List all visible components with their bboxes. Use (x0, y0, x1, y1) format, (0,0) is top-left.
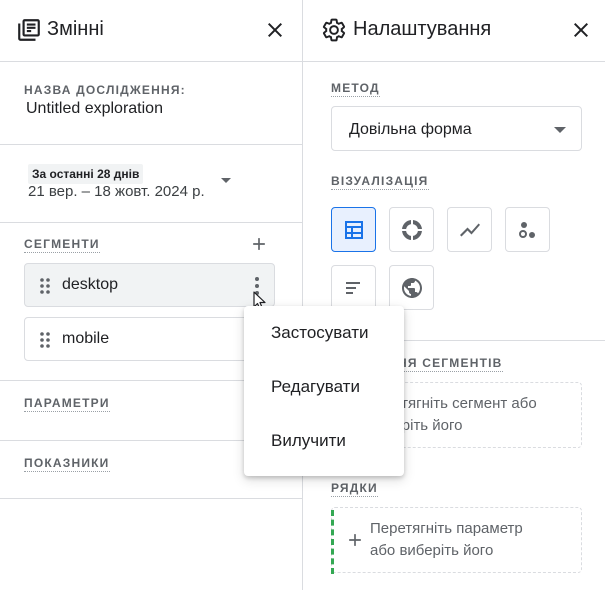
variables-header: Змінні (0, 0, 302, 62)
table-icon (345, 221, 363, 239)
close-icon[interactable] (569, 18, 593, 42)
close-icon[interactable] (263, 18, 287, 42)
segment-label: mobile (62, 330, 110, 347)
divider (0, 222, 302, 223)
drag-handle-icon[interactable] (39, 331, 51, 349)
geo-map-icon (402, 278, 422, 298)
method-select[interactable]: Довільна форма (331, 106, 582, 151)
segment-comparisons-caption: НЯ СЕГМЕНТІВ (398, 356, 503, 372)
settings-title: Налаштування (353, 18, 492, 40)
segments-caption: СЕГМЕНТИ (24, 237, 100, 253)
viz-donut-button[interactable] (389, 207, 434, 252)
add-row-icon[interactable] (345, 530, 365, 550)
viz-bar-button[interactable] (331, 265, 376, 310)
segment-label: desktop (62, 276, 119, 293)
settings-header: Налаштування (303, 0, 605, 62)
date-preset-chip: За останні 28 днів (28, 164, 144, 184)
metrics-caption: ПОКАЗНИКИ (24, 456, 110, 472)
scatter-plot-icon (519, 222, 535, 238)
rows-drop-text: або виберіть його (370, 542, 494, 559)
divider (0, 144, 302, 145)
rows-drop-text: Перетягніть параметр (370, 520, 523, 537)
viz-scatter-button[interactable] (505, 207, 550, 252)
exploration-name[interactable]: Untitled exploration (26, 100, 163, 118)
gear-icon (322, 18, 346, 42)
menu-item-remove[interactable]: Вилучити (244, 414, 404, 468)
segment-context-menu: Застосувати Редагувати Вилучити (244, 306, 404, 476)
bar-chart-icon (346, 282, 360, 294)
method-caption: МЕТОД (331, 81, 380, 97)
exploration-name-caption: НАЗВА ДОСЛІДЖЕННЯ: (24, 83, 186, 97)
add-segment-icon[interactable] (249, 234, 269, 254)
variables-title: Змінні (47, 18, 104, 40)
viz-geo-button[interactable] (389, 265, 434, 310)
date-dropdown-caret[interactable] (221, 178, 231, 183)
rows-caption: РЯДКИ (331, 481, 378, 497)
drag-handle-icon[interactable] (39, 277, 51, 295)
menu-item-apply[interactable]: Застосувати (244, 306, 404, 360)
chevron-down-icon (554, 127, 566, 133)
parameters-caption: ПАРАМЕТРИ (24, 396, 110, 412)
segment-chip-desktop[interactable]: desktop (24, 263, 275, 307)
drop-indicator (331, 510, 334, 574)
segment-chip-mobile[interactable]: mobile (24, 317, 275, 361)
visualization-caption: ВІЗУАЛІЗАЦІЯ (331, 174, 429, 190)
settings-panel: Налаштування МЕТОД Довільна форма ВІЗУАЛ… (303, 0, 605, 590)
menu-item-edit[interactable]: Редагувати (244, 360, 404, 414)
viz-table-button[interactable] (331, 207, 376, 252)
segment-drop-text: ретягніть сегмент або (385, 395, 537, 412)
date-range[interactable]: 21 вер. – 18 жовт. 2024 р. (28, 183, 205, 200)
method-value: Довільна форма (349, 121, 472, 138)
line-chart-icon (460, 223, 480, 237)
divider (0, 498, 302, 499)
donut-chart-icon (402, 220, 422, 240)
variables-icon (18, 19, 40, 41)
viz-line-button[interactable] (447, 207, 492, 252)
